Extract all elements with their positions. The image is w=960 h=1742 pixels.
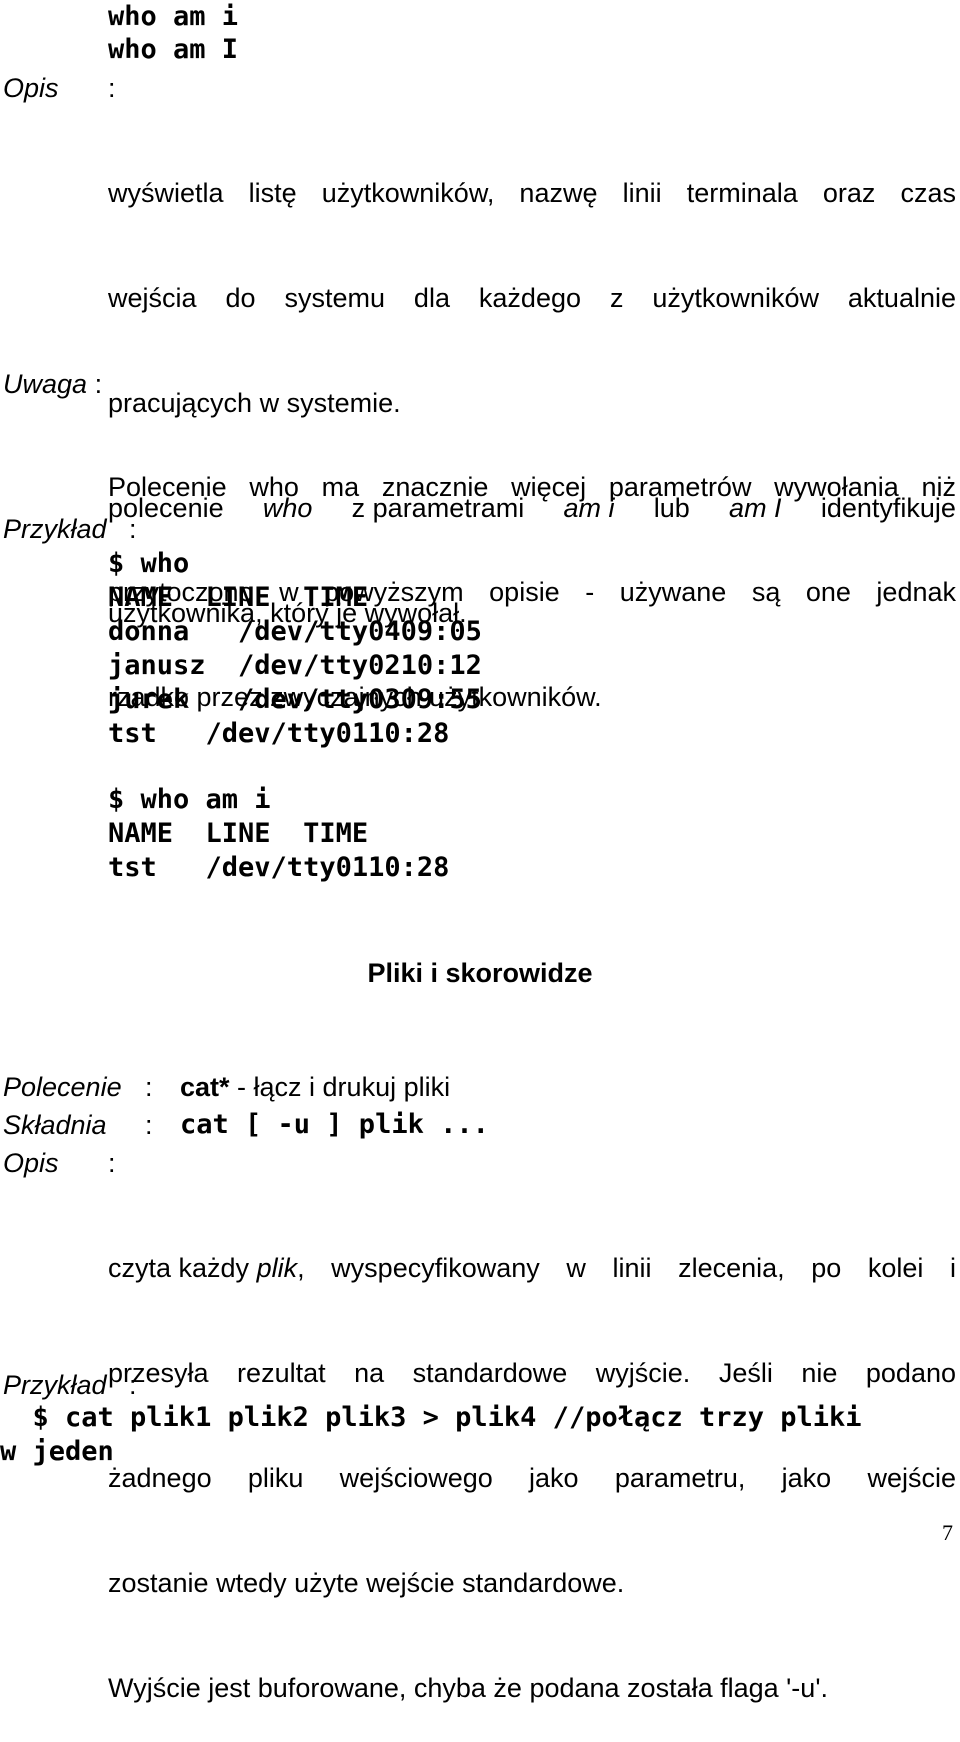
command-line: cat* - łącz i drukuj pliki xyxy=(180,1070,450,1104)
desc-line: wejścia do systemu dla każdego z użytkow… xyxy=(108,283,956,313)
cat-przyklad-colon: : xyxy=(129,1370,137,1400)
command-desc: - łącz i drukuj pliki xyxy=(229,1072,451,1102)
cat-opis-label-text: Opis xyxy=(3,1148,59,1178)
przyklad-label: Przykład xyxy=(3,514,107,544)
polecenie-label-text: Polecenie xyxy=(3,1072,122,1102)
who-syntax-2: who am I xyxy=(108,34,239,65)
example2-row: tst /dev/tty0110:28 xyxy=(108,852,450,883)
opis-label: Opis xyxy=(3,73,59,103)
cat-opis-colon: : xyxy=(108,1148,116,1178)
uwaga-row: Uwaga : xyxy=(3,367,102,401)
uwaga-line: Polecenie who ma znacznie więcej paramet… xyxy=(108,472,956,502)
example2-prompt: $ who am i xyxy=(108,784,271,815)
plik-term: plik xyxy=(256,1253,298,1283)
example1-header: NAME LINE TIME xyxy=(108,582,369,613)
page-number: 7 xyxy=(942,1520,953,1545)
command-name: cat* xyxy=(180,1072,230,1102)
cat-example-line1: $ cat plik1 plik2 plik3 > plik4 //połącz… xyxy=(0,1402,862,1433)
cat-description: czyta każdy plik, wyspecyfikowany w lini… xyxy=(108,1183,956,1742)
example1-row: tst /dev/tty0110:28 xyxy=(108,718,450,749)
text: , wyspecyfikowany w linii zlecenia, po k… xyxy=(297,1253,956,1283)
example1-row: donna /dev/tty0409:05 xyxy=(108,616,482,647)
cat-desc-line: żadnego pliku wejściowego jako parametru… xyxy=(108,1463,956,1493)
cat-syntax: cat [ -u ] plik ... xyxy=(180,1109,489,1140)
cat-desc-line: czyta każdy plik, wyspecyfikowany w lini… xyxy=(108,1251,956,1288)
who-syntax-1: who am i xyxy=(108,1,239,32)
text: czyta każdy xyxy=(108,1253,257,1283)
przyklad-row: Przykład : xyxy=(3,512,137,546)
section-heading: Pliki i skorowidze xyxy=(367,958,593,988)
cat-przyklad-label: Przykład xyxy=(3,1370,107,1400)
cat-przyklad-row: Przykład : xyxy=(3,1368,137,1402)
polecenie-label: Polecenie xyxy=(3,1070,122,1104)
przyklad-colon: : xyxy=(129,514,137,544)
cat-desc-line: przesyła rezultat na standardowe wyjście… xyxy=(108,1358,956,1388)
polecenie-colon: : xyxy=(145,1072,153,1102)
example1-prompt: $ who xyxy=(108,548,190,579)
skladnia-colon: : xyxy=(145,1110,153,1140)
example1-row: jurek /dev/tty0309:55 xyxy=(108,684,482,715)
uwaga-label: Uwaga xyxy=(3,369,88,399)
buffer-note: Wyjście jest buforowane, chyba że podana… xyxy=(108,1673,828,1703)
opis-colon: : xyxy=(108,73,116,103)
uwaga-colon: : xyxy=(94,369,103,399)
text: czyta każdy plik xyxy=(108,1251,297,1288)
example1-row: janusz /dev/tty0210:12 xyxy=(108,650,482,681)
cat-example-line2: w jeden xyxy=(0,1436,114,1467)
skladnia-label-text: Składnia xyxy=(3,1110,107,1140)
desc-line: wyświetla listę użytkowników, nazwę lini… xyxy=(108,178,956,208)
skladnia-label: Składnia xyxy=(3,1108,107,1142)
cat-opis-label: Opis xyxy=(3,1146,59,1180)
example2-header: NAME LINE TIME xyxy=(108,818,369,849)
cat-desc-line: zostanie wtedy użyte wejście standardowe… xyxy=(108,1568,625,1598)
